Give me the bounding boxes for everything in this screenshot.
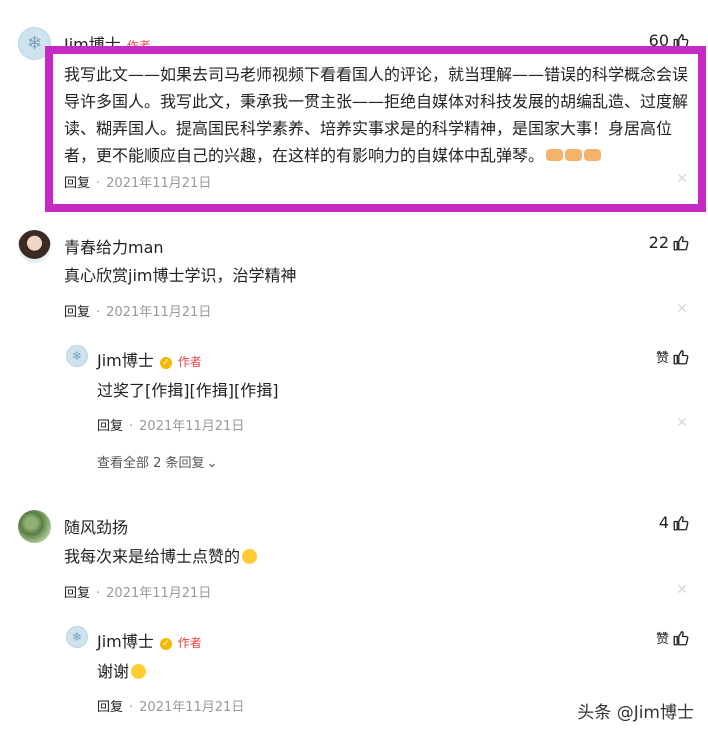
like-button[interactable]: 赞 [656, 628, 690, 647]
like-button[interactable]: 赞 [656, 347, 690, 366]
comment-meta: 回复 · 2021年11月21日 [64, 305, 212, 320]
thumb-up-icon [673, 349, 689, 364]
reply-text: 谢谢 [97, 658, 147, 685]
avatar[interactable] [18, 510, 51, 543]
like-count: 4 [658, 513, 669, 532]
author-name[interactable]: Jim博士 [97, 632, 154, 651]
like-button[interactable]: 4 [659, 513, 690, 532]
comment-author[interactable]: 随风劲扬 [64, 514, 128, 538]
avatar[interactable]: ❄ [66, 626, 88, 648]
avatar[interactable] [18, 230, 51, 263]
comment-author[interactable]: Jim博士 ✓ 作者 [97, 628, 202, 652]
verified-icon: ✓ [159, 357, 172, 369]
highlight-box [45, 46, 706, 212]
comment-text: 真心欣赏jim博士学识，治学精神 [64, 266, 297, 285]
like-count: 赞 [655, 351, 669, 366]
author-tag: 作者 [177, 636, 202, 650]
like-count: 赞 [655, 632, 669, 647]
chevron-down-icon: ⌄ [206, 456, 218, 471]
thumb-up-icon [673, 515, 689, 530]
comment-meta: 回复 · 2021年11月21日 [97, 419, 245, 434]
author-tag: 作者 [177, 355, 202, 369]
comment-date: 2021年11月21日 [106, 586, 212, 601]
comment-author[interactable]: 青春给力man [64, 234, 164, 258]
close-icon[interactable]: ✕ [676, 582, 688, 598]
avatar[interactable]: ❄ [66, 345, 88, 367]
thumb-up-icon [673, 235, 689, 250]
reply-button[interactable]: 回复 [64, 305, 90, 320]
comment-text: 我每次来是给博士点赞的 [64, 543, 258, 570]
laughing-emoji [242, 549, 258, 564]
close-icon[interactable]: ✕ [676, 301, 688, 317]
like-count: 22 [648, 233, 669, 252]
comment-date: 2021年11月21日 [139, 419, 245, 434]
reply-button[interactable]: 回复 [64, 586, 90, 601]
view-all-replies-button[interactable]: 查看全部 2 条回复 ⌄ [97, 452, 217, 471]
verified-icon: ✓ [159, 638, 172, 650]
author-name[interactable]: Jim博士 [97, 351, 154, 370]
comment-author[interactable]: Jim博士 ✓ 作者 [97, 347, 202, 371]
reply-button[interactable]: 回复 [97, 700, 123, 715]
reply-text: 过奖了[作揖][作揖][作揖] [97, 381, 279, 400]
comment-date: 2021年11月21日 [106, 305, 212, 320]
watermark: 头条 @Jim博士 [577, 703, 694, 723]
comment-meta: 回复 · 2021年11月21日 [64, 586, 212, 601]
comment-meta: 回复 · 2021年11月21日 [97, 700, 245, 715]
reply-button[interactable]: 回复 [97, 419, 123, 434]
close-icon[interactable]: ✕ [676, 415, 688, 431]
like-button[interactable]: 22 [649, 233, 690, 252]
laughing-emoji [131, 664, 147, 679]
thumb-up-icon [673, 630, 689, 645]
comment-date: 2021年11月21日 [139, 700, 245, 715]
